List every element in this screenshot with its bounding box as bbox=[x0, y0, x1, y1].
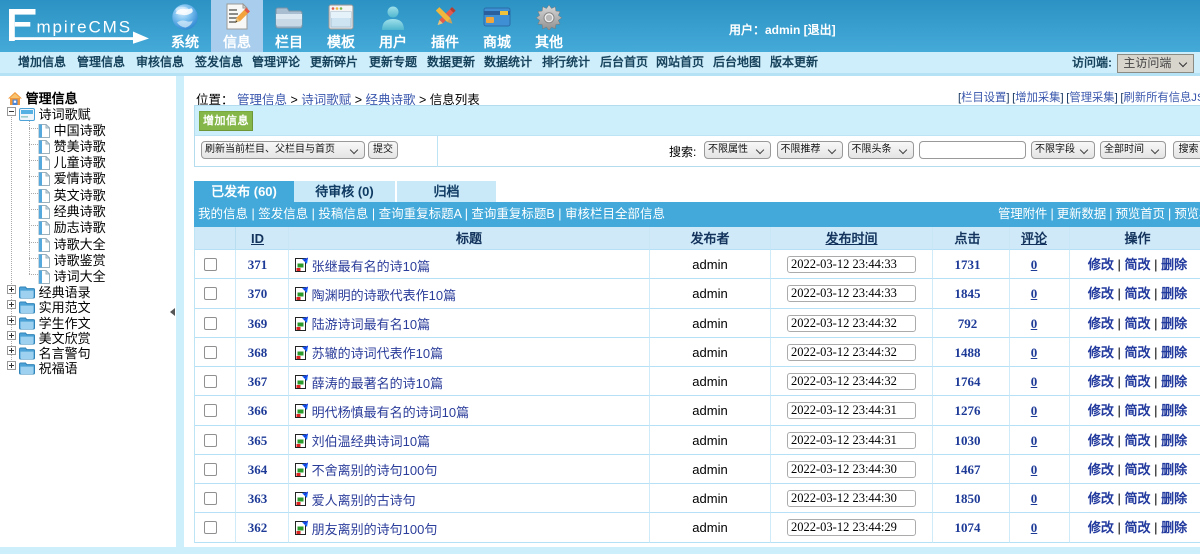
svg-text:mpireCMS: mpireCMS bbox=[37, 18, 133, 37]
